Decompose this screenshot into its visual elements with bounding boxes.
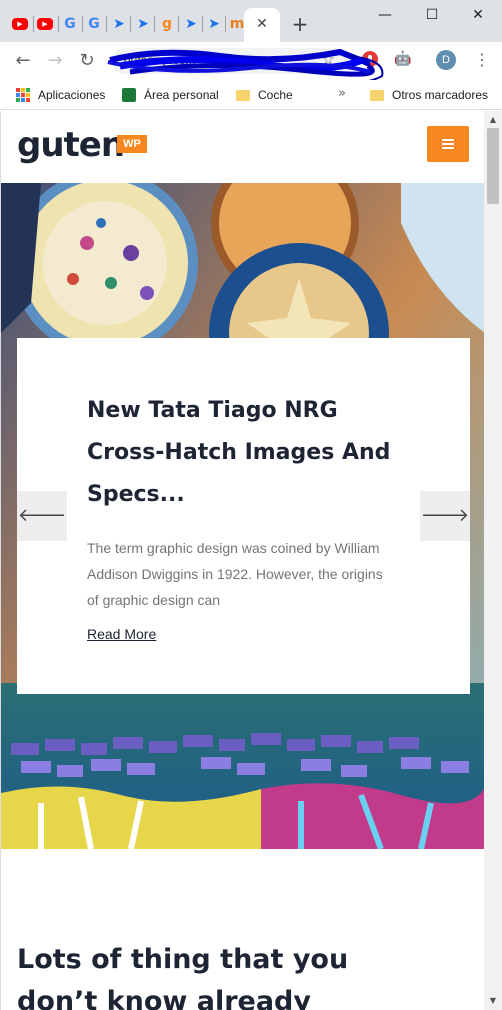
adblock-hand-icon [368, 55, 372, 63]
tab-strip: ▶ ▶ G G ➤ ➤ g ➤ ➤ m ✕ + — ☐ ✕ [0, 0, 502, 42]
bookmark-coche[interactable]: Coche [236, 86, 293, 104]
maximize-button[interactable]: ☐ [417, 4, 447, 26]
google-tab-icon[interactable]: G [85, 15, 103, 33]
bookmark-label: Otros marcadores [392, 88, 489, 102]
pin-tab-icon[interactable]: ➤ [110, 15, 128, 33]
tab-separator [154, 16, 155, 32]
scroll-up-icon[interactable]: ▲ [486, 114, 500, 126]
area-personal-icon [122, 88, 136, 102]
youtube-tab-icon[interactable]: ▶ [12, 18, 28, 30]
arrow-left-icon: 🡐 [17, 505, 67, 526]
back-button[interactable]: ← [12, 50, 34, 72]
profile-avatar[interactable]: D [436, 50, 456, 70]
page-viewport: guten WP New Tata Tiago NRG Cross-Hatch … [0, 111, 484, 1010]
bookmark-star-icon[interactable]: ☆ [322, 52, 338, 70]
forward-button[interactable]: → [44, 50, 66, 72]
tab-separator [33, 16, 34, 32]
tab-separator [202, 16, 203, 32]
pin-tab-icon[interactable]: ➤ [134, 15, 152, 33]
bookmark-label: Aplicaciones [38, 88, 106, 102]
slide-card: New Tata Tiago NRG Cross-Hatch Images An… [17, 338, 470, 694]
android-extension-icon[interactable]: 🤖 [394, 51, 411, 67]
tab-separator [82, 16, 83, 32]
tab-separator [130, 16, 131, 32]
tab-separator [225, 16, 226, 32]
bookmark-label: Área personal [144, 88, 219, 102]
tab-separator [178, 16, 179, 32]
close-tab-icon[interactable]: ✕ [254, 16, 270, 32]
bookmarks-overflow-icon[interactable]: » [338, 86, 346, 101]
folder-icon [236, 89, 250, 101]
bookmark-apps[interactable]: Aplicaciones [16, 86, 105, 104]
google-tab-icon[interactable]: G [61, 15, 79, 33]
tab-separator [58, 16, 59, 32]
page-scrollbar[interactable] [484, 111, 502, 1010]
read-more-link[interactable]: Read More [87, 626, 156, 642]
new-tab-button[interactable]: + [290, 14, 310, 34]
slide-title[interactable]: New Tata Tiago NRG Cross-Hatch Images An… [87, 390, 407, 516]
arrow-right-icon: 🡒 [420, 505, 470, 526]
site-logo[interactable]: guten [17, 125, 125, 165]
next-slide-button[interactable]: 🡒 [420, 491, 470, 541]
address-bar[interactable]: gutenwp.com [112, 48, 348, 74]
hamburger-icon [442, 139, 454, 149]
slide-excerpt: The term graphic design was coined by Wi… [87, 540, 383, 608]
logo-badge: WP [117, 135, 147, 153]
browser-menu-icon[interactable]: ⋮ [474, 50, 490, 70]
folder-icon [370, 89, 384, 101]
youtube-tab-icon[interactable]: ▶ [37, 18, 53, 30]
hero-slider: New Tata Tiago NRG Cross-Hatch Images An… [1, 183, 484, 849]
url-text[interactable]: gutenwp.com [124, 53, 314, 67]
prev-slide-button[interactable]: 🡐 [17, 491, 67, 541]
bookmark-area-personal[interactable]: Área personal [122, 86, 219, 104]
apps-grid-icon [16, 88, 30, 102]
bookmark-otros[interactable]: Otros marcadores [370, 86, 488, 104]
bookmarks-bar: Aplicaciones Área personal Coche Otros m… [0, 80, 502, 110]
gutenwp-tab-icon[interactable]: g [158, 15, 176, 33]
bookmark-label: Coche [258, 88, 293, 102]
pin-tab-icon[interactable]: ➤ [182, 15, 200, 33]
hamburger-menu-button[interactable] [427, 126, 469, 162]
scroll-down-icon[interactable]: ▼ [486, 995, 500, 1007]
tab-separator [106, 16, 107, 32]
scrollbar-thumb[interactable] [487, 128, 499, 204]
section-heading: Lots of thing that you don’t know alread… [17, 944, 349, 1010]
browser-toolbar: ← → ↻ gutenwp.com ☆ [0, 42, 502, 80]
minimize-button[interactable]: — [370, 4, 400, 26]
close-window-button[interactable]: ✕ [463, 4, 493, 26]
pin-tab-icon[interactable]: ➤ [205, 15, 223, 33]
reload-button[interactable]: ↻ [76, 50, 98, 72]
